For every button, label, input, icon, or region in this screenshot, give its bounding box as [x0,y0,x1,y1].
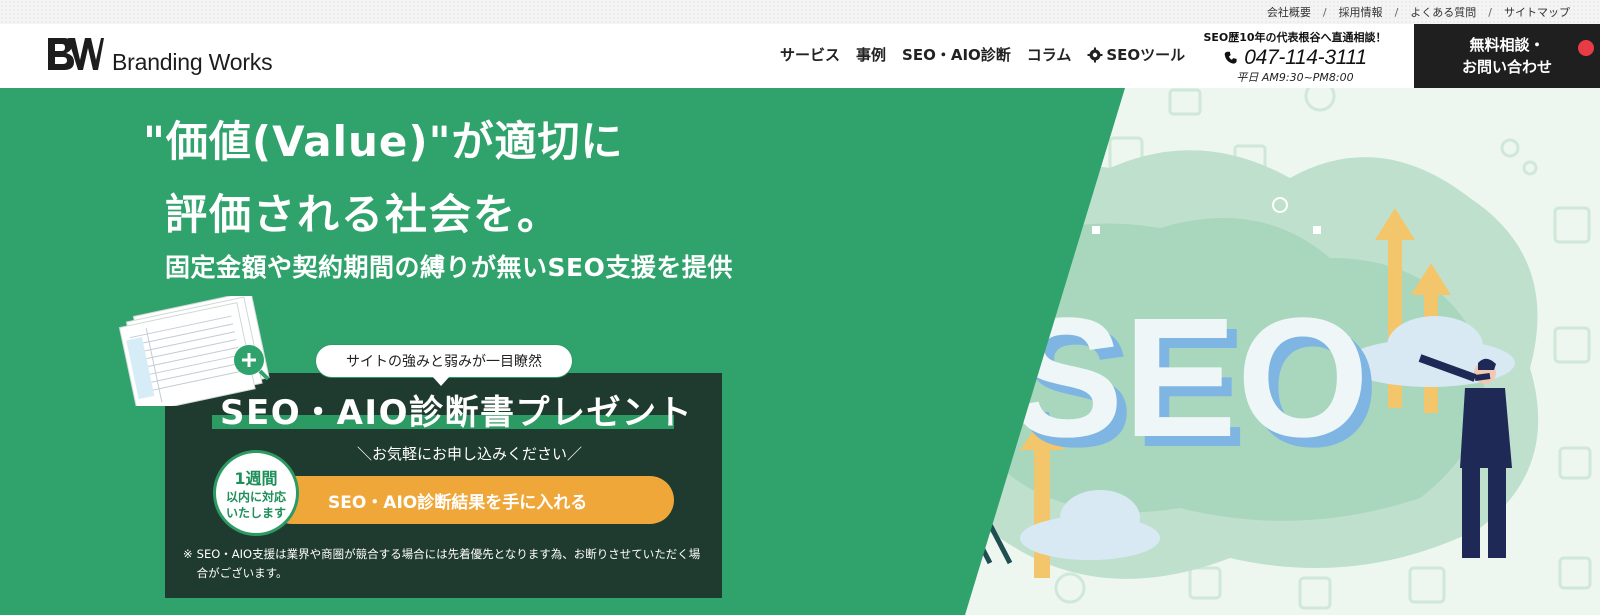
phone-block: SEO歴10年の代表根谷へ直通相談！ 047-114-3111 平日 AM9:3… [1200,29,1390,85]
utility-link-faq[interactable]: よくある質問 [1410,4,1476,20]
phone-number[interactable]: 047-114-3111 [1244,46,1367,70]
utility-bar: 会社概要 / 採用情報 / よくある質問 / サイトマップ [0,0,1600,24]
magnify-plus-icon [234,345,270,381]
promo-disclaimer: ※ SEO・AIO支援は業界や商圏が競合する場合には先着優先となります為、お断り… [183,545,708,583]
contact-cta-line2: お問い合わせ [1461,58,1552,76]
hero-headline-line2: 評価される社会を。 [165,190,562,239]
contact-cta-button[interactable]: 無料相談・ お問い合わせ [1414,24,1600,88]
hero-subheadline: 固定金額や契約期間の縛りが無いSEO支援を提供 [165,253,733,282]
nav-item-seo-tools[interactable]: SEOツール [1087,44,1185,65]
utility-link-recruit[interactable]: 採用情報 [1339,4,1383,20]
gear-icon [1087,47,1103,62]
site-header: Branding Works サービス 事例 SEO・AIO診断 コラム SEO… [0,24,1600,88]
disclaimer-text: SEO・AIO支援は業界や商圏が競合する場合には先着優先となります為、お断りさせ… [196,547,701,580]
nav-item-services[interactable]: サービス [780,44,840,65]
phone-note: SEO歴10年の代表根谷へ直通相談！ [1203,31,1387,44]
site-logo[interactable]: Branding Works [46,36,273,75]
utility-separator: / [1488,5,1492,19]
nav-item-column[interactable]: コラム [1027,44,1072,65]
notification-dot [1578,40,1594,56]
badge-line3: いたします [225,506,286,520]
logo-text: Branding Works [112,49,273,75]
logo-mark-icon [48,38,104,70]
utility-separator: / [1322,5,1327,19]
utility-separator: / [1394,5,1399,19]
phone-row[interactable]: 047-114-3111 [1200,46,1390,70]
badge-line2: 以内に対応 [225,490,286,504]
hero-section: SEO SEO "価値(Value)"が適切に 評価される社会を。 固定金額や契… [0,88,1600,615]
utility-link-sitemap[interactable]: サイトマップ [1504,4,1570,20]
promo-speech-bubble: サイトの強みと弱みが一目瞭然 [315,344,573,378]
promo-title: SEO・AIO診断書プレゼント [220,393,693,433]
phone-icon [1224,51,1237,64]
contact-cta-line1: 無料相談・ [1469,36,1545,54]
main-nav: サービス 事例 SEO・AIO診断 コラム SEOツール [780,44,1201,65]
disclaimer-mark: ※ [183,547,193,561]
get-diagnosis-button-label: SEO・AIO診断結果を手に入れる [328,492,588,513]
utility-link-company[interactable]: 会社概要 [1267,4,1311,20]
promo-note: ＼お気軽にお申し込みください／ [357,445,583,463]
nav-item-cases[interactable]: 事例 [856,44,886,65]
phone-hours: 平日 AM9:30~PM8:00 [1236,71,1354,84]
get-diagnosis-button[interactable]: SEO・AIO診断結果を手に入れる [268,476,674,524]
utility-links: 会社概要 / 採用情報 / よくある質問 / サイトマップ [1267,0,1570,24]
hero-headline-line1: "価値(Value)"が適切に [143,117,624,166]
response-time-badge: 1週間 以内に対応 いたします [213,450,299,536]
badge-line1: 1週間 [234,469,278,488]
hero-headline: "価値(Value)"が適切に 評価される社会を。 [143,108,624,242]
nav-item-diagnosis[interactable]: SEO・AIO診断 [902,44,1011,65]
nav-item-seo-tools-label: SEOツール [1106,46,1186,64]
